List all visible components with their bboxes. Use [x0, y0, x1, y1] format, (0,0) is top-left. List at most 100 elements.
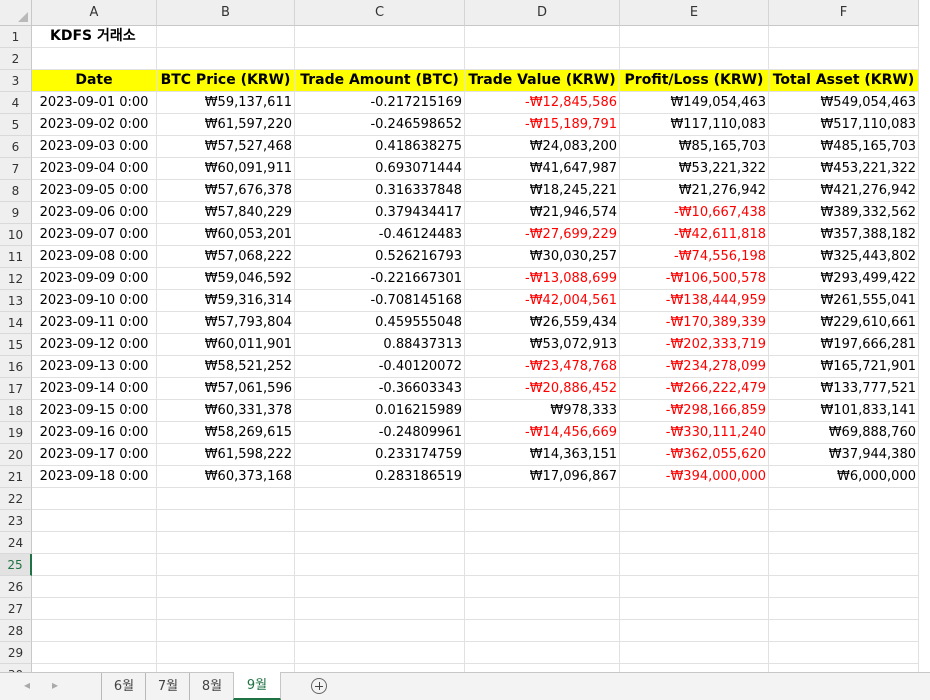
cell[interactable]: -₩42,004,561: [465, 290, 620, 312]
cell[interactable]: 2023-09-08 0:00: [32, 246, 157, 268]
cell[interactable]: [295, 488, 465, 510]
cell[interactable]: [465, 642, 620, 664]
cell[interactable]: -₩266,222,479: [620, 378, 769, 400]
cell[interactable]: ₩60,091,911: [157, 158, 295, 180]
cell[interactable]: [32, 510, 157, 532]
cell[interactable]: [157, 598, 295, 620]
row-header[interactable]: 15: [0, 334, 32, 356]
cell[interactable]: 2023-09-12 0:00: [32, 334, 157, 356]
cell[interactable]: [620, 26, 769, 48]
cell[interactable]: 2023-09-17 0:00: [32, 444, 157, 466]
row-header[interactable]: 4: [0, 92, 32, 114]
cell[interactable]: [769, 664, 919, 672]
cell[interactable]: ₩549,054,463: [769, 92, 919, 114]
title-cell[interactable]: KDFS 거래소: [32, 26, 157, 48]
cell[interactable]: -₩20,886,452: [465, 378, 620, 400]
column-header-c[interactable]: C: [295, 0, 465, 26]
cell[interactable]: ₩517,110,083: [769, 114, 919, 136]
cell[interactable]: ₩69,888,760: [769, 422, 919, 444]
cell[interactable]: ₩57,840,229: [157, 202, 295, 224]
row-header[interactable]: 9: [0, 202, 32, 224]
cell[interactable]: [769, 26, 919, 48]
column-header-d[interactable]: D: [465, 0, 620, 26]
row-header[interactable]: 29: [0, 642, 32, 664]
cell[interactable]: -₩42,611,818: [620, 224, 769, 246]
cell[interactable]: ₩453,221,322: [769, 158, 919, 180]
cell[interactable]: -₩12,845,586: [465, 92, 620, 114]
row-header[interactable]: 2: [0, 48, 32, 70]
row-header[interactable]: 8: [0, 180, 32, 202]
cell[interactable]: 0.526216793: [295, 246, 465, 268]
prev-sheet-icon[interactable]: ◂: [24, 678, 30, 692]
cell[interactable]: [620, 510, 769, 532]
cell[interactable]: ₩53,221,322: [620, 158, 769, 180]
cell[interactable]: [465, 48, 620, 70]
cell[interactable]: ₩17,096,867: [465, 466, 620, 488]
row-header[interactable]: 19: [0, 422, 32, 444]
header-cell[interactable]: Date: [32, 70, 157, 92]
cell[interactable]: -₩13,088,699: [465, 268, 620, 290]
select-all-button[interactable]: [0, 0, 32, 26]
cell[interactable]: -₩14,456,669: [465, 422, 620, 444]
row-header[interactable]: 25: [0, 554, 32, 576]
cell[interactable]: ₩58,269,615: [157, 422, 295, 444]
cell[interactable]: [769, 48, 919, 70]
cell[interactable]: ₩60,053,201: [157, 224, 295, 246]
cell[interactable]: ₩59,137,611: [157, 92, 295, 114]
row-header[interactable]: 5: [0, 114, 32, 136]
row-header[interactable]: 20: [0, 444, 32, 466]
row-header[interactable]: 7: [0, 158, 32, 180]
cell[interactable]: 0.379434417: [295, 202, 465, 224]
header-cell[interactable]: Profit/Loss (KRW): [620, 70, 769, 92]
cell[interactable]: ₩58,521,252: [157, 356, 295, 378]
sheet-tab-9[interactable]: 9월: [233, 672, 281, 700]
cell[interactable]: [620, 488, 769, 510]
cell[interactable]: [295, 26, 465, 48]
row-header[interactable]: 23: [0, 510, 32, 532]
row-header[interactable]: 17: [0, 378, 32, 400]
cell[interactable]: -0.217215169: [295, 92, 465, 114]
cell[interactable]: [32, 532, 157, 554]
cell[interactable]: [32, 488, 157, 510]
cell[interactable]: ₩117,110,083: [620, 114, 769, 136]
cell[interactable]: -₩330,111,240: [620, 422, 769, 444]
cell[interactable]: -₩394,000,000: [620, 466, 769, 488]
cell[interactable]: -0.246598652: [295, 114, 465, 136]
row-header[interactable]: 26: [0, 576, 32, 598]
cell[interactable]: [157, 48, 295, 70]
cell[interactable]: ₩165,721,901: [769, 356, 919, 378]
cell[interactable]: 0.316337848: [295, 180, 465, 202]
cell[interactable]: -0.221667301: [295, 268, 465, 290]
cell[interactable]: [32, 642, 157, 664]
cell[interactable]: -0.46124483: [295, 224, 465, 246]
cell[interactable]: [620, 576, 769, 598]
cell[interactable]: [769, 620, 919, 642]
cell[interactable]: [465, 532, 620, 554]
cell[interactable]: ₩389,332,562: [769, 202, 919, 224]
row-header[interactable]: 12: [0, 268, 32, 290]
cell[interactable]: -₩170,389,339: [620, 312, 769, 334]
row-header[interactable]: 1: [0, 26, 32, 48]
row-header[interactable]: 18: [0, 400, 32, 422]
header-cell[interactable]: Total Asset (KRW): [769, 70, 919, 92]
column-header-a[interactable]: A: [32, 0, 157, 26]
cell[interactable]: ₩53,072,913: [465, 334, 620, 356]
cell[interactable]: [769, 576, 919, 598]
row-header[interactable]: 30: [0, 664, 32, 672]
cell[interactable]: 0.418638275: [295, 136, 465, 158]
cell[interactable]: ₩59,046,592: [157, 268, 295, 290]
cell[interactable]: [465, 576, 620, 598]
cell[interactable]: ₩24,083,200: [465, 136, 620, 158]
cell[interactable]: [157, 532, 295, 554]
cell[interactable]: ₩60,011,901: [157, 334, 295, 356]
cell[interactable]: [295, 576, 465, 598]
cell[interactable]: [295, 510, 465, 532]
cell[interactable]: -₩138,444,959: [620, 290, 769, 312]
cell[interactable]: [32, 576, 157, 598]
cell[interactable]: [157, 488, 295, 510]
cell[interactable]: ₩261,555,041: [769, 290, 919, 312]
column-header-e[interactable]: E: [620, 0, 769, 26]
add-sheet-icon[interactable]: [311, 678, 327, 694]
cell[interactable]: [465, 620, 620, 642]
cell[interactable]: ₩101,833,141: [769, 400, 919, 422]
